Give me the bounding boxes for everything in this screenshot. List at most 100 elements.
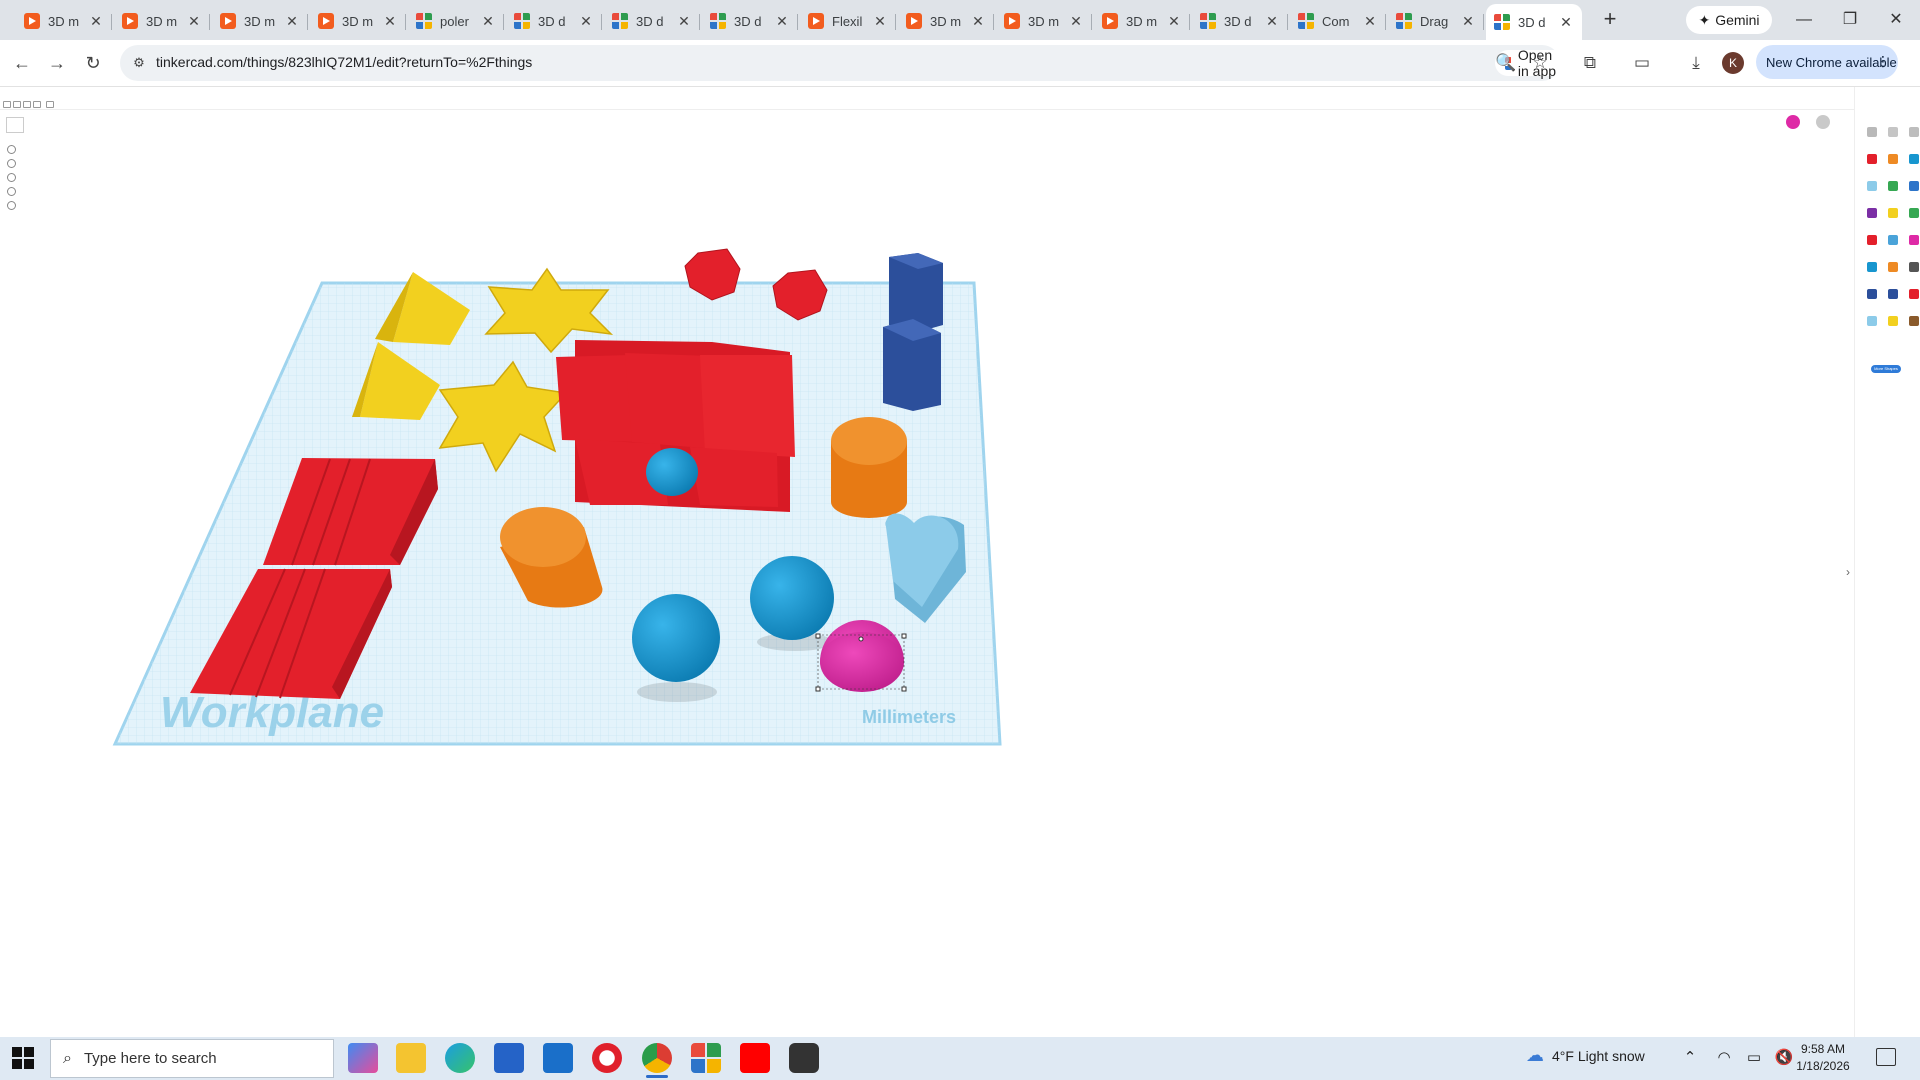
blue-sphere[interactable] bbox=[632, 594, 720, 682]
shape-thumbnail-icon[interactable] bbox=[1867, 316, 1877, 326]
browser-tab[interactable]: Flexil ✕ bbox=[800, 6, 896, 36]
edge-icon[interactable] bbox=[445, 1043, 475, 1073]
close-window-icon[interactable]: ✕ bbox=[1876, 6, 1916, 34]
browser-tab[interactable]: 3D m ✕ bbox=[996, 6, 1092, 36]
new-chrome-available-button[interactable]: New Chrome available ⋮ bbox=[1756, 45, 1898, 79]
profile-avatar[interactable]: K bbox=[1722, 52, 1744, 74]
close-tab-icon[interactable]: ✕ bbox=[1264, 13, 1280, 30]
shape-thumbnail-icon[interactable] bbox=[1888, 208, 1898, 218]
browser-tab[interactable]: Drag ✕ bbox=[1388, 6, 1484, 36]
browser-tab[interactable]: 3D m ✕ bbox=[114, 6, 210, 36]
weather-widget[interactable]: ☁ 4°F Light snow bbox=[1526, 1045, 1645, 1066]
wifi-icon[interactable]: ◠ bbox=[1714, 1048, 1734, 1066]
close-tab-icon[interactable]: ✕ bbox=[1068, 13, 1084, 30]
taskbar-search-box[interactable]: ⌕ Type here to search bbox=[50, 1039, 334, 1078]
tab-search-icon[interactable]: ▭ bbox=[1630, 51, 1654, 75]
opera-icon[interactable] bbox=[592, 1043, 622, 1073]
shape-thumbnail-icon[interactable] bbox=[1888, 289, 1898, 299]
copilot-icon[interactable] bbox=[348, 1043, 378, 1073]
battery-icon[interactable]: ▭ bbox=[1744, 1048, 1764, 1066]
browser-tab[interactable]: 3D d ✕ bbox=[702, 6, 798, 36]
show-hidden-icons-chevron-icon[interactable]: ⌃ bbox=[1680, 1048, 1700, 1066]
shape-thumbnail-icon[interactable] bbox=[1888, 181, 1898, 191]
browser-tab[interactable]: 3D d ✕ bbox=[506, 6, 602, 36]
navy-hexagonal-prism[interactable] bbox=[883, 319, 941, 411]
screen-recorder-icon[interactable] bbox=[789, 1043, 819, 1073]
shape-thumbnail-icon[interactable] bbox=[1888, 154, 1898, 164]
shape-thumbnail-icon[interactable] bbox=[1888, 235, 1898, 245]
shape-thumbnail-icon[interactable] bbox=[1867, 208, 1877, 218]
more-shapes-button[interactable]: More Shapes bbox=[1871, 365, 1901, 373]
browser-tab[interactable]: poler ✕ bbox=[408, 6, 504, 36]
close-tab-icon[interactable]: ✕ bbox=[186, 13, 202, 30]
browser-tab[interactable]: 3D m ✕ bbox=[310, 6, 406, 36]
panel-toggle-chevron-icon[interactable]: › bbox=[1846, 565, 1850, 579]
shape-thumbnail-icon[interactable] bbox=[1909, 181, 1919, 191]
red-box-group[interactable] bbox=[556, 340, 795, 512]
browser-tab[interactable]: 3D d ✕ bbox=[1192, 6, 1288, 36]
chrome-icon[interactable] bbox=[642, 1043, 672, 1078]
shape-thumbnail-icon[interactable] bbox=[1909, 262, 1919, 272]
notifications-icon[interactable] bbox=[1876, 1048, 1896, 1066]
shape-thumbnail-icon[interactable] bbox=[1867, 262, 1877, 272]
download-icon[interactable]: ⤓ bbox=[1684, 51, 1708, 75]
close-tab-icon[interactable]: ✕ bbox=[1460, 13, 1476, 30]
extensions-icon[interactable]: ⧉ bbox=[1578, 51, 1602, 75]
browser-tab[interactable]: Com ✕ bbox=[1290, 6, 1386, 36]
close-tab-icon[interactable]: ✕ bbox=[382, 13, 398, 30]
shape-thumbnail-icon[interactable] bbox=[1909, 154, 1919, 164]
shape-thumbnail-icon[interactable] bbox=[1867, 289, 1877, 299]
forward-arrow-icon[interactable]: → bbox=[43, 49, 71, 77]
close-tab-icon[interactable]: ✕ bbox=[872, 13, 888, 30]
tinkercad-app-icon[interactable] bbox=[691, 1043, 721, 1073]
browser-tab[interactable]: 3D m ✕ bbox=[212, 6, 308, 36]
blue-sphere[interactable] bbox=[750, 556, 834, 640]
close-tab-icon[interactable]: ✕ bbox=[1362, 13, 1378, 30]
new-tab-button[interactable]: + bbox=[1598, 8, 1622, 32]
blue-sphere-partial[interactable] bbox=[646, 448, 698, 496]
zoom-icon[interactable]: 🔍 bbox=[1494, 51, 1518, 75]
shape-thumbnail-icon[interactable] bbox=[1867, 127, 1877, 137]
close-tab-icon[interactable]: ✕ bbox=[578, 13, 594, 30]
browser-tab[interactable]: 3D d ✕ bbox=[604, 6, 700, 36]
shape-thumbnail-icon[interactable] bbox=[1867, 235, 1877, 245]
shape-thumbnail-icon[interactable] bbox=[1909, 208, 1919, 218]
address-bar[interactable]: ⚙ tinkercad.com/things/823lhIQ72M1/edit?… bbox=[120, 45, 1569, 81]
shape-thumbnail-icon[interactable] bbox=[1909, 316, 1919, 326]
close-tab-icon[interactable]: ✕ bbox=[480, 13, 496, 30]
shape-thumbnail-icon[interactable] bbox=[1867, 154, 1877, 164]
outlook-icon[interactable] bbox=[543, 1043, 573, 1073]
file-explorer-icon[interactable] bbox=[396, 1043, 426, 1073]
navy-hexagonal-prism[interactable] bbox=[889, 253, 943, 332]
gemini-button[interactable]: ✦ Gemini bbox=[1686, 6, 1772, 34]
shape-thumbnail-icon[interactable] bbox=[1909, 127, 1919, 137]
browser-tab[interactable]: 3D d ✕ bbox=[1486, 4, 1582, 40]
youtube-app-icon[interactable] bbox=[740, 1043, 770, 1073]
3d-viewport[interactable]: Workplane Millimeters bbox=[0, 87, 1850, 1037]
close-tab-icon[interactable]: ✕ bbox=[1166, 13, 1182, 30]
reload-icon[interactable]: ↻ bbox=[79, 49, 107, 77]
shape-thumbnail-icon[interactable] bbox=[1888, 262, 1898, 272]
browser-tab[interactable]: 3D m ✕ bbox=[898, 6, 994, 36]
hole-swatch[interactable] bbox=[1816, 115, 1830, 129]
shape-thumbnail-icon[interactable] bbox=[1909, 235, 1919, 245]
resize-handle[interactable] bbox=[815, 633, 821, 639]
site-info-icon[interactable]: ⚙ bbox=[130, 54, 148, 72]
minimize-window-icon[interactable]: — bbox=[1784, 6, 1824, 34]
more-menu-icon[interactable]: ⋮ bbox=[1876, 53, 1890, 70]
resize-handle[interactable] bbox=[901, 633, 907, 639]
close-tab-icon[interactable]: ✕ bbox=[970, 13, 986, 30]
store-icon[interactable] bbox=[494, 1043, 524, 1073]
restore-window-icon[interactable]: ❐ bbox=[1830, 6, 1870, 34]
clock[interactable]: 9:58 AM 1/18/2026 bbox=[1790, 1041, 1856, 1075]
close-tab-icon[interactable]: ✕ bbox=[1558, 14, 1574, 31]
resize-handle[interactable] bbox=[815, 686, 821, 692]
bookmark-star-icon[interactable]: ☆ bbox=[1528, 51, 1552, 75]
browser-tab[interactable]: 3D m ✕ bbox=[16, 6, 112, 36]
shape-thumbnail-icon[interactable] bbox=[1888, 316, 1898, 326]
resize-handle[interactable] bbox=[901, 686, 907, 692]
close-tab-icon[interactable]: ✕ bbox=[676, 13, 692, 30]
windows-start-icon[interactable] bbox=[12, 1047, 34, 1069]
shape-thumbnail-icon[interactable] bbox=[1909, 289, 1919, 299]
orange-cylinder[interactable] bbox=[831, 417, 907, 518]
